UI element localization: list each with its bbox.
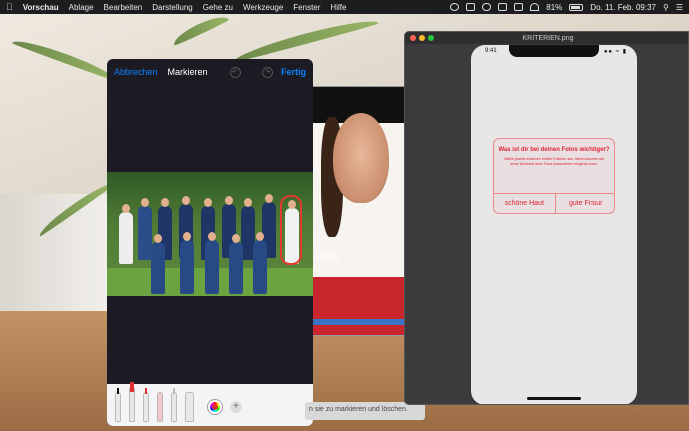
wifi-icon[interactable]	[530, 3, 540, 11]
redo-icon[interactable]: ↷	[261, 66, 273, 78]
battery-icon[interactable]	[569, 3, 584, 11]
dialog-buttons: schöne Haut gute Frisur	[494, 193, 615, 213]
markup-title: Markieren	[167, 67, 208, 77]
cancel-button[interactable]: Abbrechen	[114, 67, 158, 77]
drawing-tools: +	[107, 382, 313, 426]
markup-panel: Abbrechen Markieren ↶ ↷ Fertig +	[107, 59, 313, 426]
phone-status-icons: ●● ≈ ▮	[603, 49, 627, 55]
criteria-dialog: Was ist dir bei deinen Fotos wichtiger? …	[493, 138, 615, 214]
done-button[interactable]: Fertig	[281, 67, 306, 77]
menu-werkzeuge[interactable]: Werkzeuge	[243, 3, 283, 12]
menu-bar:  Vorschau Ablage Bearbeiten Darstellung…	[0, 0, 689, 14]
status-area: 81% Do. 11. Feb. 09:37 ⚲ ☰	[450, 3, 683, 12]
window-titlebar[interactable]: KRITERIEN.png	[405, 32, 688, 44]
photo-caption: LOVE	[315, 251, 340, 261]
photo-face	[333, 113, 389, 203]
player-figure	[151, 234, 165, 294]
markup-toolbar: Abbrechen Markieren ↶ ↷ Fertig	[107, 59, 313, 85]
menu-fenster[interactable]: Fenster	[293, 3, 320, 12]
red-drawing-mark[interactable]	[280, 195, 302, 265]
menu-clock[interactable]: Do. 11. Feb. 09:37	[590, 3, 656, 12]
phone-screenshot: 9:41 ●● ≈ ▮ Was ist dir bei deinen Fotos…	[471, 45, 637, 404]
pen-tool-icon[interactable]	[115, 388, 121, 422]
zoom-window-icon[interactable]	[428, 35, 434, 41]
photo-strip	[311, 319, 405, 325]
preview-window: KRITERIEN.png 9:41 ●● ≈ ▮ Was ist dir be…	[404, 31, 689, 405]
control-center-icon[interactable]: ☰	[676, 3, 683, 12]
dialog-title: Was ist dir bei deinen Fotos wichtiger?	[498, 147, 610, 153]
close-window-icon[interactable]	[410, 35, 416, 41]
marker-tool-icon[interactable]	[129, 382, 135, 422]
menu-hilfe[interactable]: Hilfe	[330, 3, 346, 12]
minimize-window-icon[interactable]	[419, 35, 425, 41]
bluetooth-icon[interactable]	[514, 3, 524, 11]
player-figure	[253, 232, 267, 294]
undo-icon[interactable]: ↶	[229, 66, 241, 78]
window-title: KRITERIEN.png	[522, 34, 574, 42]
photo-shirt	[311, 277, 405, 335]
menu-bearbeiten[interactable]: Bearbeiten	[104, 3, 143, 12]
screen-icon[interactable]	[466, 3, 476, 11]
preview-canvas: 9:41 ●● ≈ ▮ Was ist dir bei deinen Fotos…	[405, 44, 688, 404]
record-icon[interactable]	[450, 3, 460, 11]
option-hair-button[interactable]: gute Frisur	[554, 194, 615, 213]
menu-ablage[interactable]: Ablage	[69, 3, 94, 12]
color-picker-icon[interactable]	[208, 400, 222, 414]
phone-time: 9:41	[485, 48, 497, 54]
menu-darstellung[interactable]: Darstellung	[152, 3, 192, 12]
option-skin-button[interactable]: schöne Haut	[494, 194, 555, 213]
cloud-icon[interactable]	[482, 3, 492, 11]
app-menu[interactable]: Vorschau	[23, 3, 59, 12]
plant-leaf	[170, 14, 230, 47]
dialog-message: Wähle jeweils zwischen beiden Kriterien …	[504, 157, 604, 166]
player-figure	[205, 232, 219, 294]
player-figure	[180, 232, 194, 294]
plant-leaf	[231, 14, 379, 64]
search-icon[interactable]: ⚲	[663, 3, 669, 12]
plant-leaf	[11, 35, 119, 82]
player-figure	[119, 204, 133, 264]
ruler-tool-icon[interactable]	[185, 392, 194, 422]
dropbox-icon[interactable]	[498, 3, 508, 11]
apple-menu-icon[interactable]: 	[6, 2, 13, 12]
battery-percent: 81%	[546, 2, 563, 12]
player-figure	[138, 198, 152, 260]
eraser-tool-icon[interactable]	[157, 392, 163, 422]
background-photo-window[interactable]: LOVE	[310, 86, 406, 336]
phone-notch	[509, 45, 599, 57]
pencil-tool-icon[interactable]	[143, 388, 149, 422]
home-indicator	[527, 397, 581, 400]
lasso-tool-icon[interactable]	[171, 388, 177, 422]
player-figure	[229, 234, 243, 294]
add-tool-icon[interactable]: +	[230, 401, 242, 413]
menu-gehe-zu[interactable]: Gehe zu	[203, 3, 233, 12]
